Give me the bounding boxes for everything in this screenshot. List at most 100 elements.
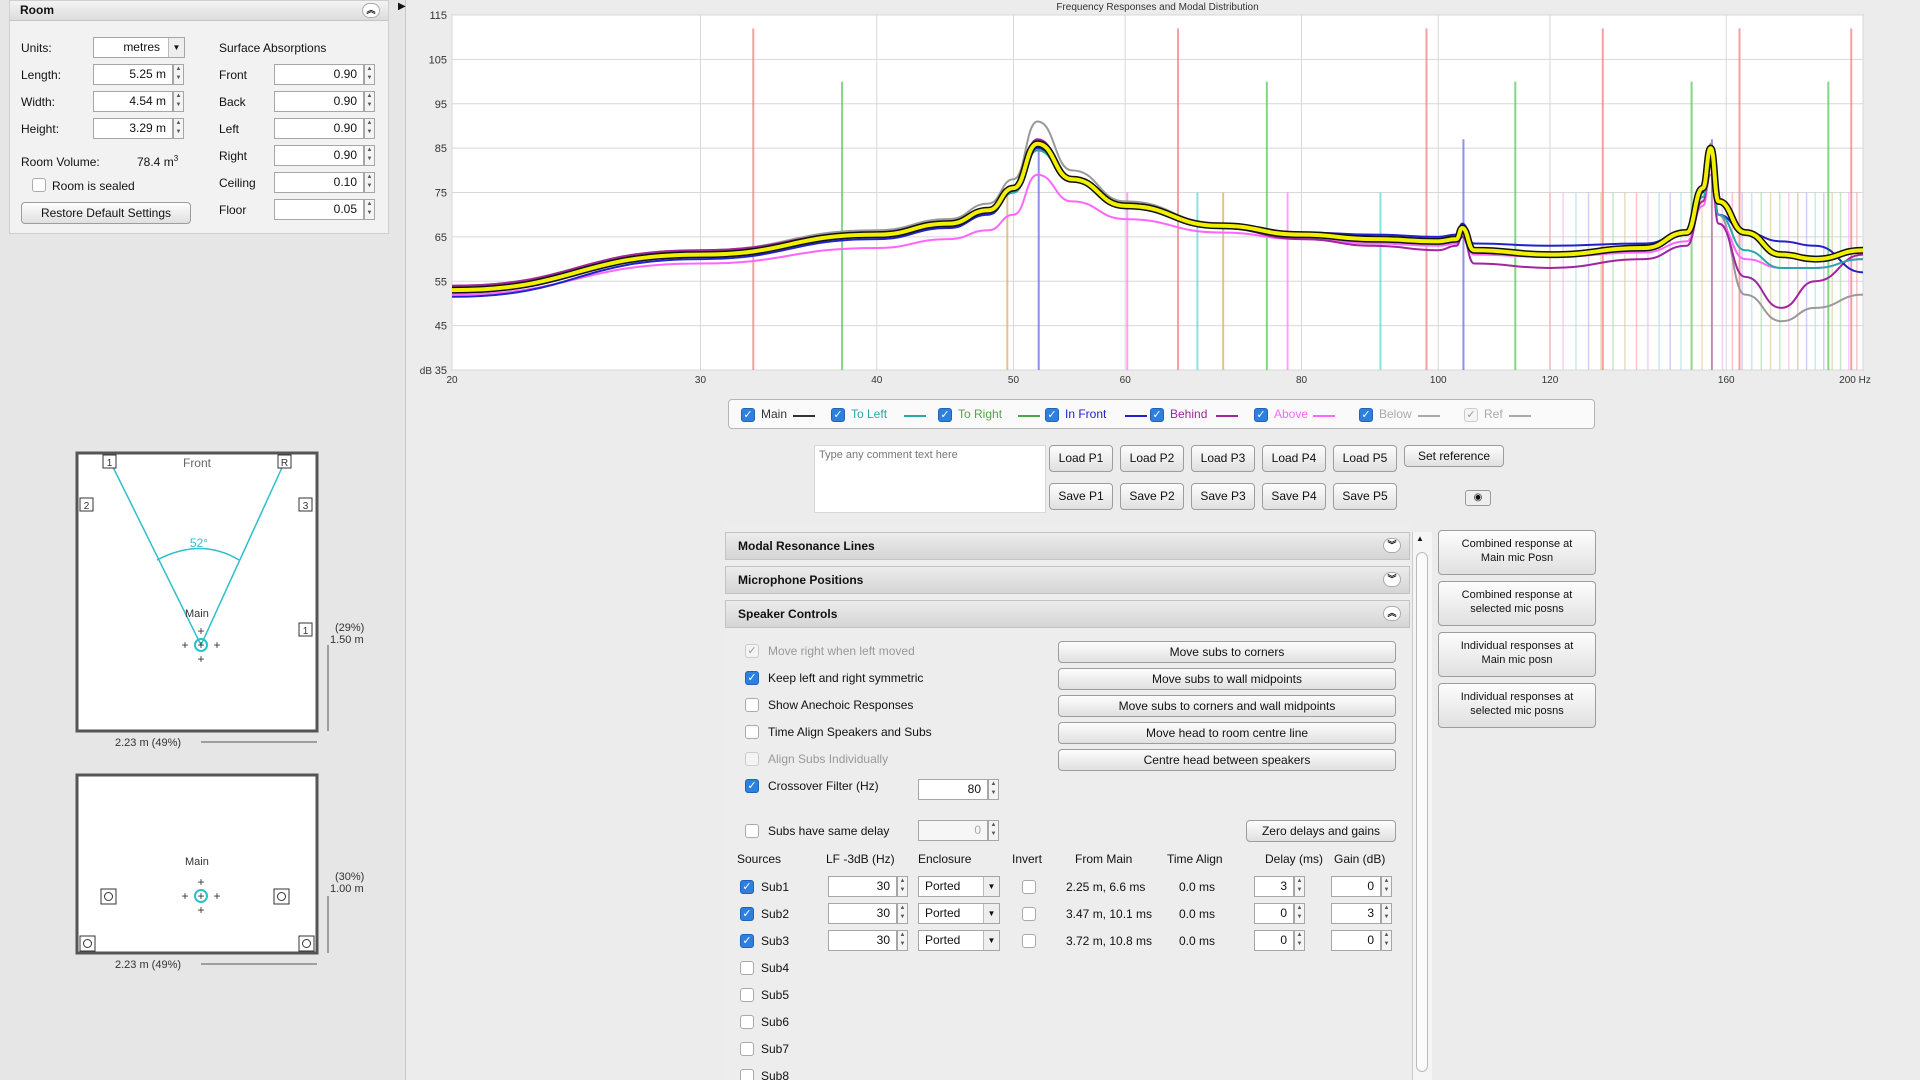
length-stepper[interactable]: ▲ ▼ [173,64,184,85]
surface-stepper[interactable]: ▲ ▼ [364,118,375,139]
height-field[interactable]: 3.29 m [93,118,173,139]
save-preset-button-2[interactable]: Save P2 [1120,483,1184,510]
legend-checkbox[interactable]: ✓ [831,408,845,422]
sub-lf-stepper[interactable]: ▲ ▼ [897,876,908,897]
scroll-up-icon[interactable]: ▲ [1416,534,1424,543]
frequency-response-chart[interactable]: 35 45 55 65 75 85 95 105 115 20 30 40 50 60 80 100 120 16… [415,0,1920,392]
camera-icon[interactable]: ◉ [1465,490,1491,506]
panel-toggle-icon[interactable]: ▶ [398,0,406,14]
option-checkbox-2[interactable] [745,698,759,712]
save-preset-button-3[interactable]: Save P3 [1191,483,1255,510]
save-preset-button-1[interactable]: Save P1 [1049,483,1113,510]
option-checkbox-4[interactable] [745,752,759,766]
room-plan-top[interactable]: Front 52° Main + + + + + 1 R 2 3 1 (29%)… [60,445,380,755]
sub-checkbox[interactable]: ✓ [740,934,754,948]
subs-delay-field[interactable]: 0 [918,820,988,841]
option-checkbox-5[interactable]: ✓ [745,779,759,793]
move-button-3[interactable]: Move head to room centre line [1058,722,1396,744]
load-preset-button-2[interactable]: Load P2 [1120,445,1184,472]
load-preset-button-3[interactable]: Load P3 [1191,445,1255,472]
legend-checkbox[interactable]: ✓ [741,408,755,422]
option-checkbox-3[interactable] [745,725,759,739]
crossover-field[interactable]: 80 [918,779,988,800]
legend-checkbox[interactable]: ✓ [1254,408,1268,422]
sub-lf-field[interactable]: 30 [828,876,897,897]
legend-checkbox[interactable]: ✓ [1359,408,1373,422]
gain-field[interactable]: 3 [1331,903,1381,924]
invert-checkbox[interactable] [1022,880,1036,894]
delay-stepper[interactable]: ▲ ▼ [1294,876,1305,897]
response-mode-button-2[interactable]: Individual responses at Main mic posn [1438,632,1596,677]
enclosure-select[interactable]: Ported ▼ [918,903,1000,924]
delay-field[interactable]: 3 [1254,876,1294,897]
response-mode-button-3[interactable]: Individual responses at selected mic posn… [1438,683,1596,728]
sub-lf-stepper[interactable]: ▲ ▼ [897,903,908,924]
room-sealed-checkbox[interactable] [32,178,46,192]
delay-field[interactable]: 0 [1254,903,1294,924]
width-stepper[interactable]: ▲ ▼ [173,91,184,112]
scrollbar-thumb[interactable] [1416,552,1428,1072]
move-button-2[interactable]: Move subs to corners and wall midpoints [1058,695,1396,717]
enclosure-select[interactable]: Ported ▼ [918,876,1000,897]
zero-delays-button[interactable]: Zero delays and gains [1246,820,1396,842]
surface-field-left[interactable]: 0.90 [274,118,364,139]
legend-checkbox[interactable]: ✓ [1150,408,1164,422]
response-mode-button-0[interactable]: Combined response at Main mic Posn [1438,530,1596,575]
option-checkbox-1[interactable]: ✓ [745,671,759,685]
surface-field-right[interactable]: 0.90 [274,145,364,166]
sub-lf-stepper[interactable]: ▲ ▼ [897,930,908,951]
length-field[interactable]: 5.25 m [93,64,173,85]
gain-stepper[interactable]: ▲ ▼ [1381,876,1392,897]
legend-checkbox[interactable]: ✓ [938,408,952,422]
save-preset-button-4[interactable]: Save P4 [1262,483,1326,510]
subs-same-delay-checkbox[interactable] [745,824,759,838]
room-panel-header[interactable]: Room ︽ [10,1,388,21]
height-stepper[interactable]: ▲ ▼ [173,118,184,139]
load-preset-button-1[interactable]: Load P1 [1049,445,1113,472]
surface-field-front[interactable]: 0.90 [274,64,364,85]
surface-field-back[interactable]: 0.90 [274,91,364,112]
sub-checkbox[interactable] [740,1042,754,1056]
delay-field[interactable]: 0 [1254,930,1294,951]
sub-checkbox[interactable]: ✓ [740,880,754,894]
sub-checkbox[interactable] [740,1069,754,1080]
move-button-4[interactable]: Centre head between speakers [1058,749,1396,771]
load-preset-button-4[interactable]: Load P4 [1262,445,1326,472]
set-reference-button[interactable]: Set reference [1404,445,1504,467]
surface-stepper[interactable]: ▲ ▼ [364,199,375,220]
subs-delay-stepper[interactable]: ▲ ▼ [988,820,999,841]
surface-field-ceiling[interactable]: 0.10 [274,172,364,193]
load-preset-button-5[interactable]: Load P5 [1333,445,1397,472]
invert-checkbox[interactable] [1022,934,1036,948]
enclosure-select[interactable]: Ported ▼ [918,930,1000,951]
crossover-stepper[interactable]: ▲ ▼ [988,779,999,800]
restore-defaults-button[interactable]: Restore Default Settings [21,202,191,224]
gain-stepper[interactable]: ▲ ▼ [1381,903,1392,924]
delay-stepper[interactable]: ▲ ▼ [1294,930,1305,951]
option-checkbox-0[interactable]: ✓ [745,644,759,658]
move-button-1[interactable]: Move subs to wall midpoints [1058,668,1396,690]
sub-checkbox[interactable] [740,988,754,1002]
invert-checkbox[interactable] [1022,907,1036,921]
speaker-controls-section[interactable]: Speaker Controls ︽ [725,600,1410,628]
gain-stepper[interactable]: ▲ ▼ [1381,930,1392,951]
surface-field-floor[interactable]: 0.05 [274,199,364,220]
sub-checkbox[interactable] [740,961,754,975]
sub-checkbox[interactable]: ✓ [740,907,754,921]
comment-textarea[interactable]: Type any comment text here [814,445,1046,513]
mic-positions-section[interactable]: Microphone Positions ︾ [725,566,1410,594]
modal-lines-section[interactable]: Modal Resonance Lines ︾ [725,532,1410,560]
width-field[interactable]: 4.54 m [93,91,173,112]
response-mode-button-1[interactable]: Combined response at selected mic posns [1438,581,1596,626]
surface-stepper[interactable]: ▲ ▼ [364,145,375,166]
save-preset-button-5[interactable]: Save P5 [1333,483,1397,510]
sub-checkbox[interactable] [740,1015,754,1029]
legend-checkbox[interactable]: ✓ [1045,408,1059,422]
legend-checkbox[interactable]: ✓ [1464,408,1478,422]
surface-stepper[interactable]: ▲ ▼ [364,91,375,112]
gain-field[interactable]: 0 [1331,876,1381,897]
delay-stepper[interactable]: ▲ ▼ [1294,903,1305,924]
sub-lf-field[interactable]: 30 [828,930,897,951]
move-button-0[interactable]: Move subs to corners [1058,641,1396,663]
surface-stepper[interactable]: ▲ ▼ [364,172,375,193]
